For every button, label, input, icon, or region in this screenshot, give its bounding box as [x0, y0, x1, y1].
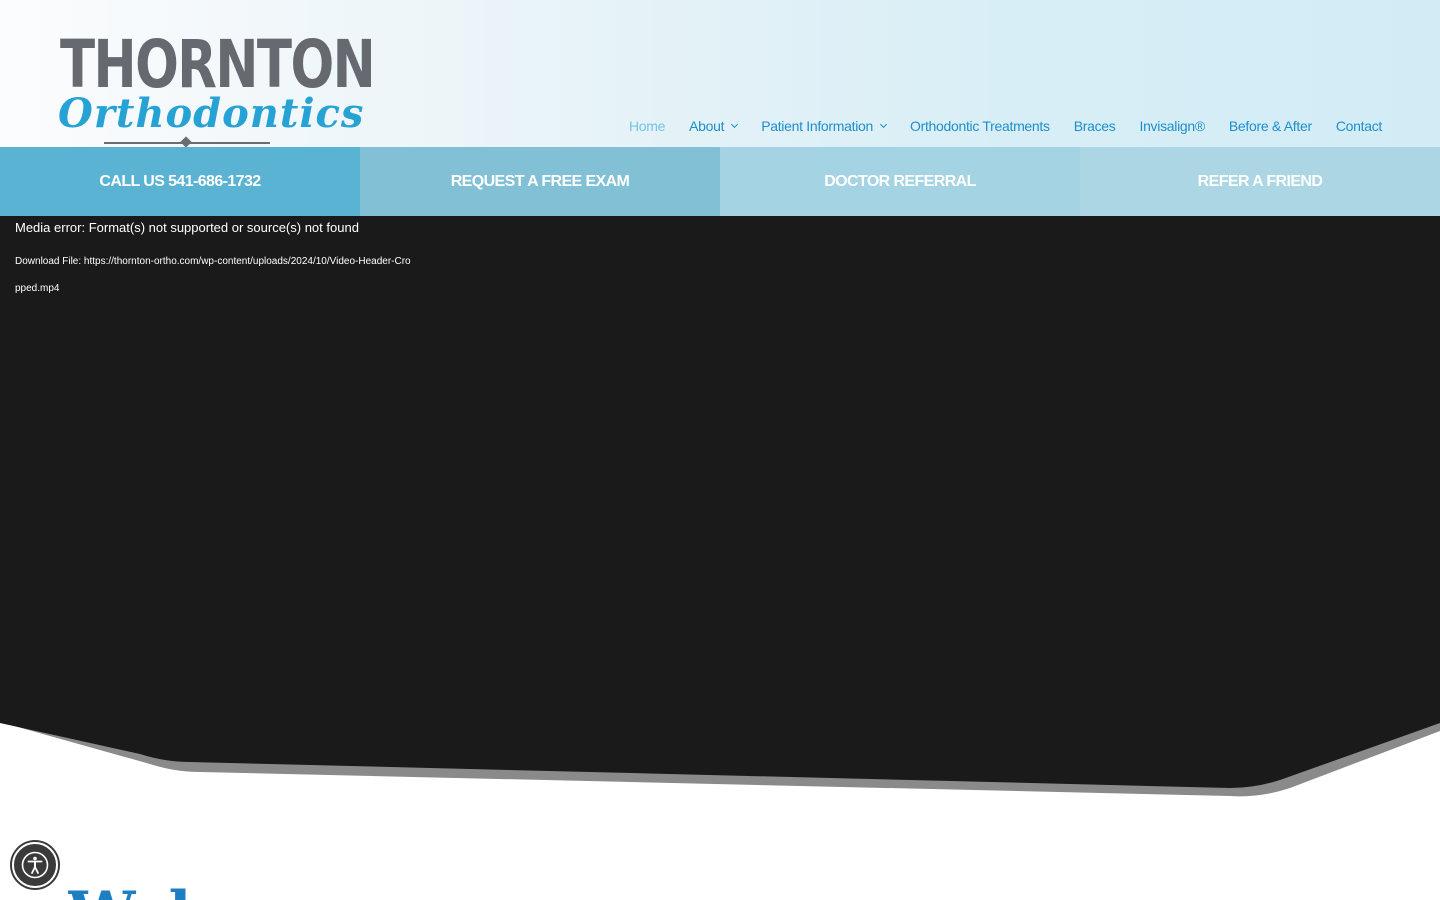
nav-item-home[interactable]: Home	[629, 118, 665, 134]
nav-item-orthodontic-treatments[interactable]: Orthodontic Treatments	[910, 118, 1050, 134]
logo-wordmark-bottom: Orthodontics	[58, 90, 365, 137]
chevron-down-icon	[731, 120, 739, 129]
nav-item-label: Contact	[1335, 118, 1382, 134]
logo-diamond-ornament	[180, 136, 192, 148]
download-file-text: Download File: https://thornton-ortho.co…	[15, 248, 415, 302]
request-free-exam-button[interactable]: REQUEST A FREE EXAM	[360, 147, 720, 216]
welcome-heading: Wel	[68, 884, 191, 900]
nav-item-braces[interactable]: Braces	[1074, 118, 1116, 134]
nav-item-label: Orthodontic Treatments	[910, 118, 1050, 134]
main-nav: Home About Patient Information Orthodont…	[605, 116, 1382, 136]
nav-item-label: Home	[628, 118, 666, 134]
nav-item-label: Before & After	[1228, 118, 1312, 134]
accessibility-button[interactable]	[12, 842, 58, 888]
accessibility-icon	[21, 851, 49, 879]
nav-item-label: Braces	[1073, 118, 1116, 134]
chevron-down-icon	[879, 120, 888, 129]
nav-item-patient-information[interactable]: Patient Information	[761, 118, 888, 134]
nav-item-label: About	[689, 118, 725, 134]
refer-a-friend-button[interactable]: REFER A FRIEND	[1080, 147, 1440, 216]
doctor-referral-button[interactable]: DOCTOR REFERRAL	[720, 147, 1080, 216]
media-error-message: Media error: Format(s) not supported or …	[15, 220, 359, 235]
page: THORNTON Orthodontics Home About Patient…	[0, 0, 1440, 900]
nav-item-before-after[interactable]: Before & After	[1229, 118, 1312, 134]
nav-item-label: Patient Information	[761, 118, 873, 134]
download-label: Download File:	[15, 256, 84, 267]
nav-item-contact[interactable]: Contact	[1336, 118, 1382, 134]
nav-item-label: Invisalign®	[1139, 118, 1205, 134]
nav-item-about[interactable]: About	[689, 118, 739, 134]
site-header: THORNTON Orthodontics Home About Patient…	[0, 0, 1440, 150]
call-us-button[interactable]: CALL US 541-686-1732	[0, 147, 360, 216]
cta-bar: CALL US 541-686-1732 REQUEST A FREE EXAM…	[0, 147, 1440, 216]
site-logo[interactable]: THORNTON Orthodontics	[58, 30, 376, 150]
video-header	[0, 216, 1440, 806]
nav-item-invisalign[interactable]: Invisalign®	[1139, 118, 1205, 134]
video-header-shape	[0, 216, 1440, 797]
